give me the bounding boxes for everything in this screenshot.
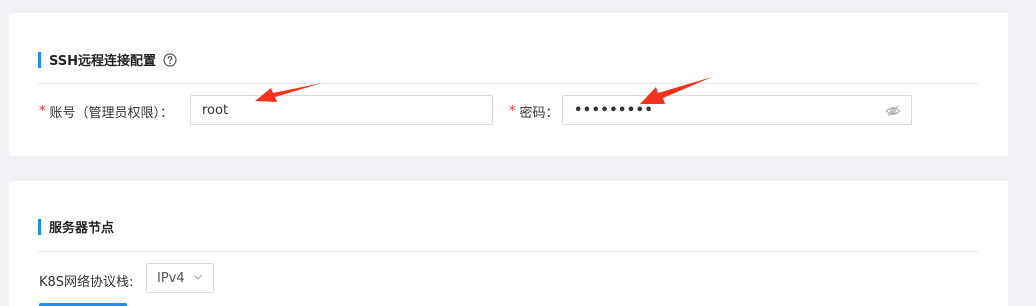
- ssh-config-card: SSH远程连接配置 * 账号（管理员权限）： root * 密码： ••••••…: [9, 13, 1008, 156]
- ssh-section-title: SSH远程连接配置: [49, 54, 157, 69]
- eye-invisible-icon[interactable]: [885, 103, 901, 123]
- ssh-section-divider: [38, 83, 978, 84]
- section-accent-bar: [38, 51, 41, 68]
- account-label-text: 账号（管理员权限）：: [49, 106, 174, 121]
- password-input-value: •••••••••: [574, 102, 654, 118]
- server-nodes-card: 服务器节点 K8S网络协议栈: IPv4: [9, 181, 1008, 306]
- account-input[interactable]: root: [190, 95, 493, 125]
- network-stack-select[interactable]: IPv4: [146, 263, 214, 293]
- password-label-text: 密码：: [519, 106, 559, 121]
- ssh-section-header: SSH远程连接配置: [38, 50, 177, 69]
- network-stack-value: IPv4: [157, 270, 185, 286]
- nodes-section-title: 服务器节点: [49, 221, 115, 236]
- required-star: *: [39, 104, 46, 119]
- nodes-section-header: 服务器节点: [38, 217, 114, 236]
- chevron-down-icon: [193, 271, 203, 286]
- nodes-section-divider: [38, 251, 978, 252]
- required-star: *: [509, 104, 516, 119]
- account-input-value: root: [202, 102, 229, 118]
- section-accent-bar: [38, 218, 41, 235]
- password-label: * 密码：: [509, 102, 559, 121]
- password-input[interactable]: •••••••••: [562, 95, 912, 125]
- question-circle-icon[interactable]: [163, 52, 177, 67]
- network-stack-label: K8S网络协议栈:: [39, 275, 134, 290]
- account-label: * 账号（管理员权限）：: [39, 102, 173, 121]
